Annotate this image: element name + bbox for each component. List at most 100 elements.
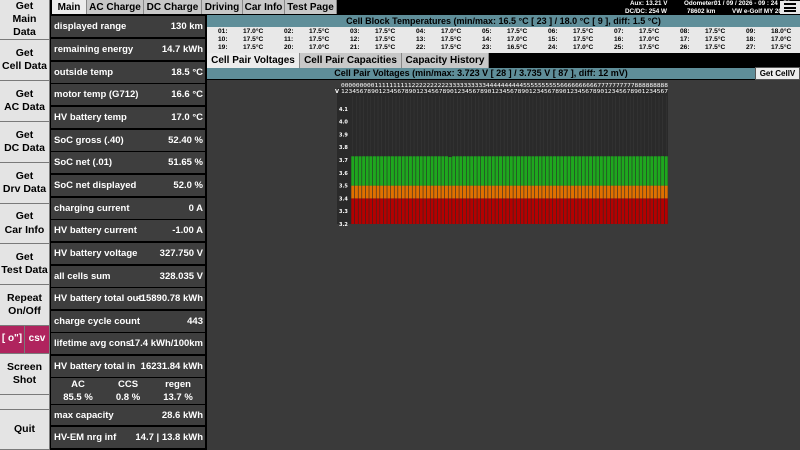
- get-dc-data-button[interactable]: Get DC Data: [0, 122, 50, 163]
- voltage-bar: [650, 198, 654, 224]
- voltage-bar: [592, 185, 596, 199]
- cell-block-temp-value: 17.0°C: [243, 28, 264, 35]
- odometer-label: Odometer:: [684, 0, 716, 7]
- voltage-bar: [628, 185, 632, 199]
- tab-capacity-history[interactable]: Capacity History: [402, 53, 489, 68]
- voltage-bar: [535, 185, 539, 199]
- quit-button[interactable]: Quit: [0, 410, 50, 450]
- voltage-bar: [650, 185, 654, 199]
- get-cell-data-button[interactable]: Get Cell Data: [0, 40, 50, 81]
- tab-test-page[interactable]: Test Page: [285, 0, 337, 14]
- charge-split-value: 13.7 %: [163, 392, 193, 403]
- voltage-bar: [603, 198, 607, 224]
- voltage-bar: [398, 156, 402, 186]
- voltage-bar: [538, 156, 542, 186]
- tab-ac-charge[interactable]: AC Charge: [87, 0, 144, 14]
- voltage-bar: [599, 185, 603, 199]
- voltage-bar: [430, 156, 434, 186]
- data-row-remaining-energy: remaining energy 14.7 kWh: [51, 39, 205, 60]
- csv-button[interactable]: csv: [25, 326, 50, 354]
- cell-block-number: 03:: [350, 28, 360, 35]
- cell-voltage-chart: 0000000001111111111222222222233333333334…: [335, 83, 668, 228]
- screenshot-button[interactable]: Screen Shot: [0, 354, 50, 395]
- voltage-bar: [408, 198, 412, 224]
- voltage-bar: [358, 156, 362, 186]
- get-cellv-button[interactable]: Get CellV: [755, 67, 800, 80]
- voltage-bar: [520, 185, 524, 199]
- screen-orientation-button[interactable]: [ o"]: [0, 326, 25, 354]
- data-value: -15890.78 kWh: [137, 293, 203, 304]
- tab-main[interactable]: Main: [52, 0, 87, 14]
- data-row-hv-battery-voltage: HV battery voltage 327.750 V: [51, 243, 205, 264]
- voltage-bar: [571, 156, 575, 186]
- hamburger-menu-icon[interactable]: [780, 1, 800, 14]
- voltage-bar: [585, 156, 589, 186]
- cell-block-number: 27:: [746, 44, 756, 51]
- y-tick-label: 3.9: [339, 132, 348, 138]
- voltage-bar: [653, 198, 657, 224]
- data-value: 51.65 %: [168, 157, 203, 168]
- voltage-bar: [509, 156, 513, 186]
- voltage-bar: [571, 185, 575, 199]
- get-main-data-button[interactable]: Get Main Data: [0, 0, 50, 40]
- data-label: SoC net displayed: [54, 180, 137, 191]
- cell-block-temp-value: 17.5°C: [441, 36, 462, 43]
- voltage-bar: [491, 156, 495, 186]
- cell-block-temp-value: 17.5°C: [243, 44, 264, 51]
- repeat-onoff-button[interactable]: Repeat On/Off: [0, 285, 50, 326]
- tab-dc-charge[interactable]: DC Charge: [144, 0, 202, 14]
- cell-block-number: 01:: [218, 28, 228, 35]
- voltage-bar: [351, 185, 355, 199]
- voltage-bar: [466, 198, 470, 224]
- voltage-bar: [603, 185, 607, 199]
- data-label: outside temp: [54, 67, 114, 78]
- voltage-bar: [513, 185, 517, 199]
- tab-car-info[interactable]: Car Info: [243, 0, 285, 14]
- get-test-data-button[interactable]: Get Test Data: [0, 244, 50, 285]
- voltage-bar: [643, 198, 647, 224]
- get-car-info-button[interactable]: Get Car Info: [0, 204, 50, 244]
- voltage-bar: [441, 185, 445, 199]
- data-value: 17.0 °C: [171, 112, 203, 123]
- tab-cell-pair-capacities[interactable]: Cell Pair Capacities: [300, 53, 402, 68]
- voltage-bar: [462, 198, 466, 224]
- cell-block-temperatures-grid: 01: 17.0°C 02: 17.5°C 03: 17.5°C 04: 17.0°C 05: 1…: [207, 27, 800, 53]
- chart-panel: 0000000001111111111222222222233333333334…: [207, 80, 800, 450]
- data-value: 52.40 %: [168, 135, 203, 146]
- tab-driving[interactable]: Driving: [202, 0, 243, 14]
- blank-button[interactable]: [0, 395, 50, 410]
- data-row-hv-em-nrg-inf: HV-EM nrg inf 14.7 | 13.8 kWh: [51, 427, 205, 448]
- voltage-bar: [535, 198, 539, 224]
- voltage-bar: [354, 156, 358, 186]
- voltage-bar: [351, 198, 355, 224]
- voltage-bar: [437, 185, 441, 199]
- get-ac-data-button[interactable]: Get AC Data: [0, 81, 50, 122]
- get-drv-data-button[interactable]: Get Drv Data: [0, 163, 50, 204]
- data-label: charging current: [54, 203, 130, 214]
- voltage-bar: [459, 198, 463, 224]
- voltage-bar: [495, 198, 499, 224]
- voltage-bar: [480, 198, 484, 224]
- voltage-bar: [578, 198, 582, 224]
- voltage-bar: [495, 185, 499, 199]
- voltage-bar: [621, 198, 625, 224]
- voltage-bar: [589, 156, 593, 186]
- cell-block-temp-value: 17.5°C: [771, 44, 792, 51]
- voltage-bar: [517, 156, 521, 186]
- voltage-bar: [448, 198, 452, 224]
- voltage-bar: [401, 185, 405, 199]
- voltage-bar: [416, 185, 420, 199]
- voltage-bar: [617, 198, 621, 224]
- voltage-bar: [387, 198, 391, 224]
- tab-cell-pair-voltages[interactable]: Cell Pair Voltages: [207, 53, 300, 68]
- voltage-bar: [365, 156, 369, 186]
- cell-block-number: 16:: [614, 36, 624, 43]
- voltage-bar: [466, 156, 470, 186]
- voltage-bar: [560, 198, 564, 224]
- voltage-bar: [358, 198, 362, 224]
- cell-block-number: 21:: [350, 44, 360, 51]
- cell-block-number: 19:: [218, 44, 228, 51]
- voltage-bar: [556, 198, 560, 224]
- voltage-bar: [625, 198, 629, 224]
- cell-block-temp: 21: 17.5°C: [350, 44, 410, 52]
